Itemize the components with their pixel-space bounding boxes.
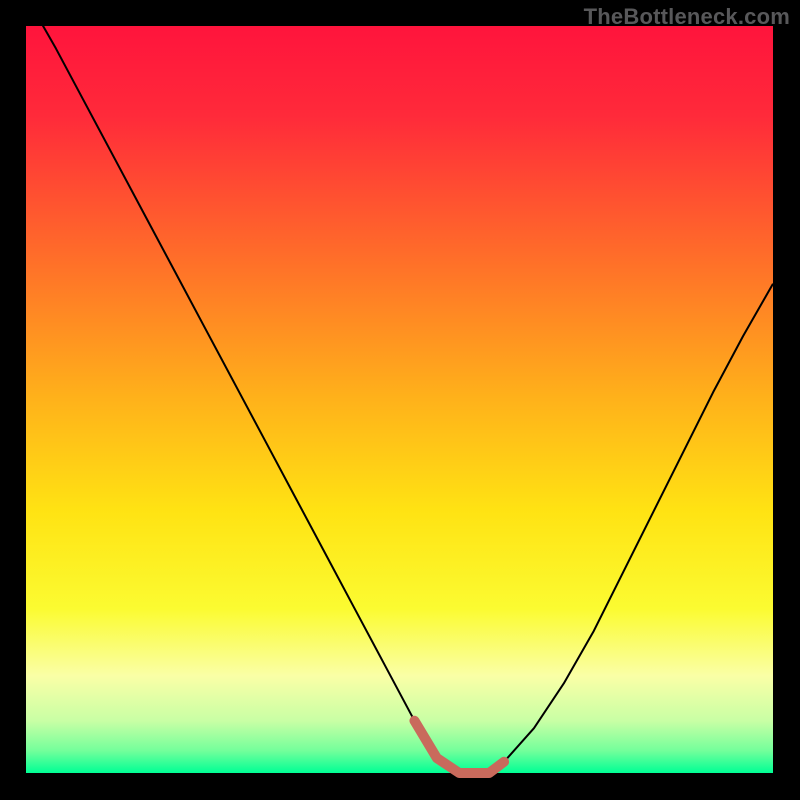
watermark-text: TheBottleneck.com: [584, 4, 790, 30]
chart-frame: TheBottleneck.com: [0, 0, 800, 800]
bottleneck-chart: [0, 0, 800, 800]
plot-background: [26, 26, 773, 773]
